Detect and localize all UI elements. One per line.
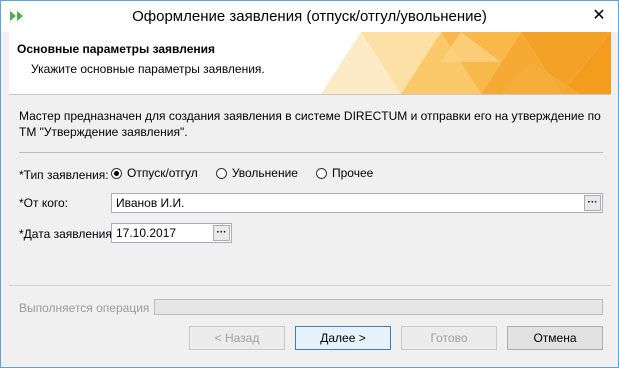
radio-other-label: Прочее: [331, 166, 374, 180]
radio-dismissal-label: Увольнение: [231, 166, 298, 180]
close-button[interactable]: ✕: [588, 5, 610, 25]
radio-leave-label: Отпуск/отгул: [127, 166, 198, 180]
finish-button[interactable]: Готово: [401, 326, 497, 350]
radio-leave[interactable]: Отпуск/отгул: [111, 166, 198, 180]
operation-progress-bar: [154, 299, 603, 315]
date-label: *Дата заявления:: [19, 227, 116, 241]
date-field[interactable]: 17.10.2017 ···: [111, 223, 232, 243]
radio-dismissal[interactable]: Увольнение: [215, 166, 298, 180]
radio-other[interactable]: Прочее: [315, 166, 374, 180]
wizard-description: Мастер предназначен для создания заявлен…: [19, 109, 601, 139]
radio-checked-icon: [111, 167, 122, 179]
back-button[interactable]: < Назад: [189, 326, 285, 350]
type-label: *Тип заявления:: [19, 168, 109, 182]
from-lookup-button[interactable]: ···: [584, 195, 601, 211]
header-subtitle: Укажите основные параметры заявления.: [31, 62, 265, 76]
separator: [19, 152, 603, 153]
type-radio-group: Отпуск/отгул Увольнение Прочее: [111, 166, 391, 180]
header-decoration: [321, 32, 611, 94]
from-field[interactable]: Иванов И.И. ···: [111, 193, 603, 213]
date-value: 17.10.2017: [116, 226, 177, 240]
cancel-button[interactable]: Отмена: [507, 326, 603, 350]
wizard-header: Основные параметры заявления Укажите осн…: [9, 32, 611, 95]
header-title: Основные параметры заявления: [17, 42, 216, 56]
from-value: Иванов И.И.: [116, 196, 185, 210]
window-title: Оформление заявления (отпуск/отгул/уволь…: [132, 8, 487, 25]
footer-divider: [9, 285, 611, 286]
radio-unchecked-icon: [315, 167, 327, 179]
from-label: *От кого:: [19, 196, 69, 210]
radio-unchecked-icon: [215, 167, 227, 179]
status-label: Выполняется операция: [19, 301, 150, 315]
dialog-window: Оформление заявления (отпуск/отгул/уволь…: [0, 0, 619, 368]
next-button[interactable]: Далее >: [295, 326, 391, 350]
date-picker-button[interactable]: ···: [213, 225, 230, 241]
title-bar: Оформление заявления (отпуск/отгул/уволь…: [1, 1, 618, 32]
